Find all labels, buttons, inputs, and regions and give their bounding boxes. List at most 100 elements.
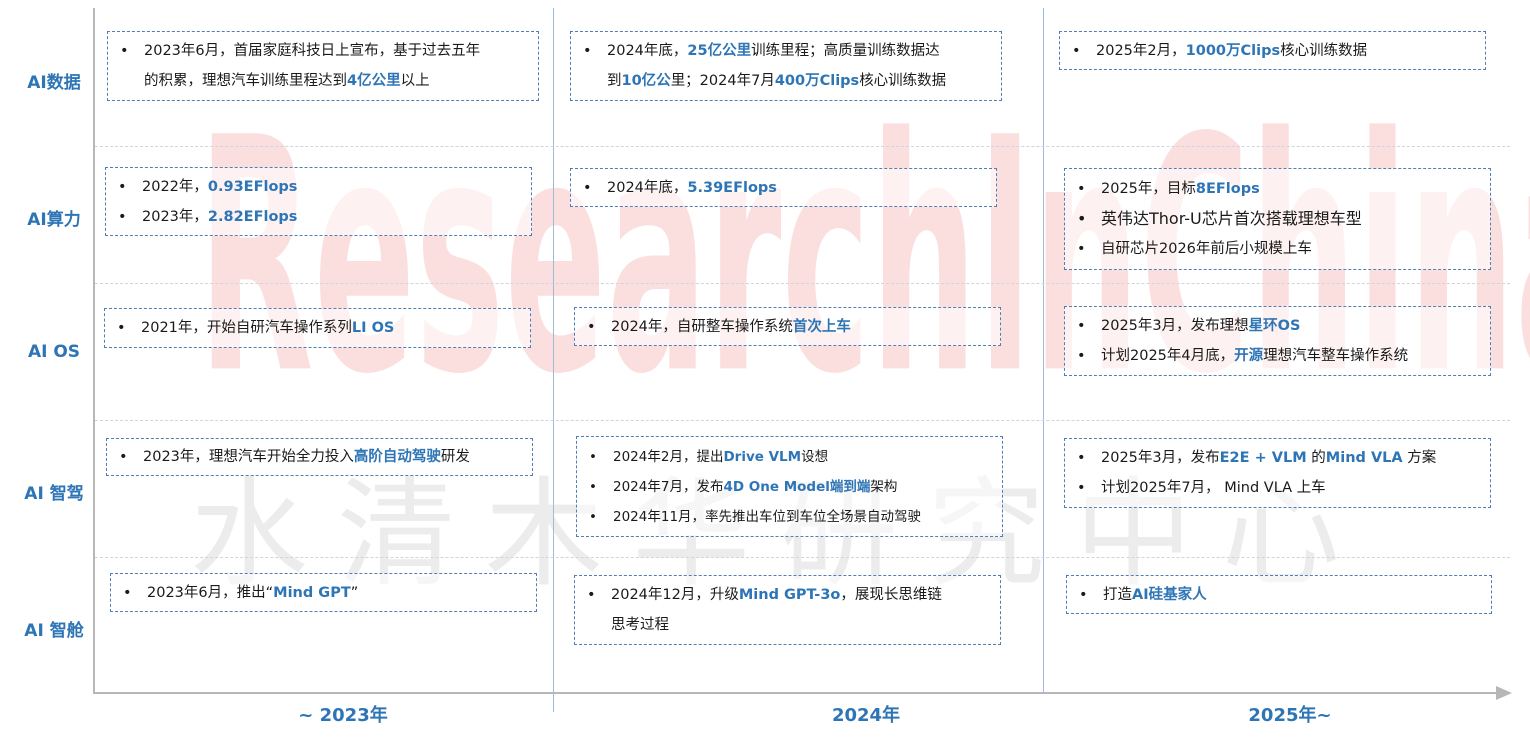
row-label-ai-compute: AI算力 [27, 210, 81, 230]
cell-ai-data-2024: • 2024年底，25亿公里训练里程；高质量训练数据达 到10亿公里；2024年7月… [570, 31, 1002, 101]
cell-line-text: 计划2025年7月， Mind VLA 上车 [1101, 473, 1326, 503]
cell-ai-os-2024: • 2024年，自研整车操作系统首次上车 [574, 307, 1001, 346]
plain-text: 2025年3月，发布 [1101, 450, 1220, 466]
bullet-icon: • [589, 509, 597, 525]
highlight-text: 8EFlops [1195, 181, 1260, 197]
bullet-icon: • [119, 449, 128, 465]
bullet-icon: • [587, 319, 596, 335]
highlight-text: 400万Clips [774, 73, 860, 89]
cell-ai-driving-2023: • 2023年，理想汽车开始全力投入高阶自动驾驶研发 [106, 438, 533, 476]
highlight-text: 开源 [1234, 348, 1264, 364]
cell-line-text: 2024年2月，提出Drive VLM设想 [613, 442, 828, 472]
highlight-text: LI OS [351, 320, 395, 336]
bullet-icon: • [1077, 348, 1086, 364]
highlight-text: E2E + VLM [1219, 450, 1307, 466]
cell-ai-driving-2025: • 2025年3月，发布E2E + VLM 的Mind VLA 方案 • 计划2025… [1064, 438, 1491, 508]
cell-line-text: 2025年3月，发布E2E + VLM 的Mind VLA 方案 [1101, 443, 1436, 473]
cell-line-text: 2023年，理想汽车开始全力投入高阶自动驾驶研发 [143, 442, 470, 472]
plain-text: 训练里程；高质量训练数据达 [751, 43, 940, 59]
bullet-icon: • [1072, 43, 1081, 59]
cell-line-text: 的积累，理想汽车训练里程达到4亿公里以上 [144, 66, 430, 96]
highlight-text: 4亿公里 [347, 73, 401, 89]
cell-line-text: 2022年，0.93EFlops [142, 172, 297, 202]
highlight-text: AI硅基家人 [1132, 587, 1207, 603]
bullet-icon: • [589, 449, 597, 465]
plain-text: ” [350, 585, 359, 601]
plain-text: 以上 [400, 73, 430, 89]
column-separator-2025 [1043, 8, 1044, 694]
highlight-text: 5.39EFlops [687, 180, 777, 196]
cell-line-text: 2024年，自研整车操作系统首次上车 [611, 312, 851, 342]
cell-ai-cabin-2024: • 2024年12月，升级Mind GPT-3o，展现长思维链思考过程 [574, 575, 1001, 645]
plain-text: 的 [1306, 450, 1326, 466]
plain-text: 计划2025年4月底， [1101, 348, 1235, 364]
highlight-text: Mind GPT-3o [738, 587, 841, 603]
bullet-icon: • [118, 209, 127, 225]
highlight-text: 星环OS [1248, 318, 1301, 334]
plain-text: 的积累，理想汽车训练里程达到 [144, 73, 347, 89]
plain-text: 思考过程 [611, 617, 669, 633]
plain-text: 方案 [1402, 450, 1437, 466]
plain-text: ，展现长思维链 [840, 587, 942, 603]
cell-line-text: 2024年12月，升级Mind GPT-3o，展现长思维链 [611, 580, 942, 610]
cell-ai-os-2023: • 2021年，开始自研汽车操作系列LI OS [104, 308, 531, 348]
highlight-text: 25亿公里 [687, 43, 752, 59]
plain-text: 2025年，目标 [1101, 181, 1196, 197]
cell-line-text: 2024年底，25亿公里训练里程；高质量训练数据达 [607, 36, 940, 66]
bullet-icon: • [1079, 587, 1088, 603]
plain-text: 2024年底， [607, 180, 688, 196]
row-separator [95, 557, 1510, 558]
plain-text: 2023年6月，首届家庭科技日上宣布，基于过去五年 [144, 43, 481, 59]
plain-text: 2024年7月，发布 [613, 479, 724, 495]
cell-line-text: 计划2025年4月底，开源理想汽车整车操作系统 [1101, 341, 1408, 371]
row-separator [95, 420, 1510, 421]
plain-text: 自研芯片2026年前后小规模上车 [1101, 241, 1312, 257]
highlight-text: 0.93EFlops [207, 179, 298, 195]
plain-text: 2024年，自研整车操作系统 [611, 319, 793, 335]
highlight-text: 4D One Model端到端 [723, 479, 871, 495]
bullet-icon: • [1077, 318, 1086, 334]
highlight-text: 10亿公 [621, 73, 671, 89]
cell-ai-cabin-2023: • 2023年6月，推出“Mind GPT” [110, 573, 537, 612]
axis-arrow-icon [1496, 686, 1512, 700]
plain-text: 2025年2月， [1096, 43, 1186, 59]
plain-text: 2024年11月，率先推出车位到车位全场景自动驾驶 [613, 509, 922, 525]
bullet-icon: • [1077, 209, 1087, 228]
plain-text: 架构 [870, 479, 898, 495]
cell-ai-cabin-2025: • 打造AI硅基家人 [1066, 575, 1492, 614]
plain-text: 2024年2月，提出 [613, 449, 724, 465]
plain-text: 到 [607, 73, 622, 89]
row-label-ai-cabin: AI 智舱 [24, 621, 84, 641]
column-separator-2024 [553, 8, 554, 712]
year-label-2025: 2025年~ [1248, 705, 1332, 726]
plain-text: 理想汽车整车操作系统 [1263, 348, 1409, 364]
cell-ai-compute-2023: • 2022年，0.93EFlops • 2023年，2.82EFlops [105, 167, 532, 236]
cell-line-text: 2021年，开始自研汽车操作系列LI OS [141, 313, 394, 343]
plain-text: 2024年12月，升级 [611, 587, 739, 603]
plain-text: 2023年，理想汽车开始全力投入 [143, 449, 354, 465]
bullet-icon: • [1077, 450, 1086, 466]
bullet-icon: • [1077, 480, 1086, 496]
plain-text: 研发 [440, 449, 470, 465]
cell-line-text: 2024年11月，率先推出车位到车位全场景自动驾驶 [613, 502, 921, 532]
cell-ai-compute-2024: • 2024年底，5.39EFlops [570, 168, 997, 207]
plain-text: 设想 [801, 449, 829, 465]
cell-line-text: 打造AI硅基家人 [1103, 580, 1207, 610]
row-label-ai-data: AI数据 [27, 73, 81, 93]
cell-ai-data-2025: • 2025年2月，1000万Clips核心训练数据 [1059, 31, 1486, 70]
row-separator [95, 146, 1510, 147]
bullet-icon: • [587, 587, 596, 603]
cell-ai-driving-2024: • 2024年2月，提出Drive VLM设想 • 2024年7月，发布4D One … [576, 436, 1003, 537]
cell-line-text: 2023年6月，首届家庭科技日上宣布，基于过去五年 [144, 36, 480, 66]
highlight-text: 2.82EFlops [207, 209, 298, 225]
bullet-icon: • [1077, 181, 1086, 197]
plain-text: 2024年底， [607, 43, 688, 59]
highlight-text: Mind VLA [1325, 450, 1403, 466]
watermark-letter: a [1515, 98, 1530, 421]
cell-line-text: 2024年底，5.39EFlops [607, 173, 777, 203]
row-separator [95, 283, 1510, 284]
cell-line-text: 2023年，2.82EFlops [142, 202, 297, 232]
plain-text: 打造 [1103, 587, 1132, 603]
cell-line-text: 2025年3月，发布理想星环OS [1101, 311, 1300, 341]
plain-text: 核心训练数据 [859, 73, 947, 89]
